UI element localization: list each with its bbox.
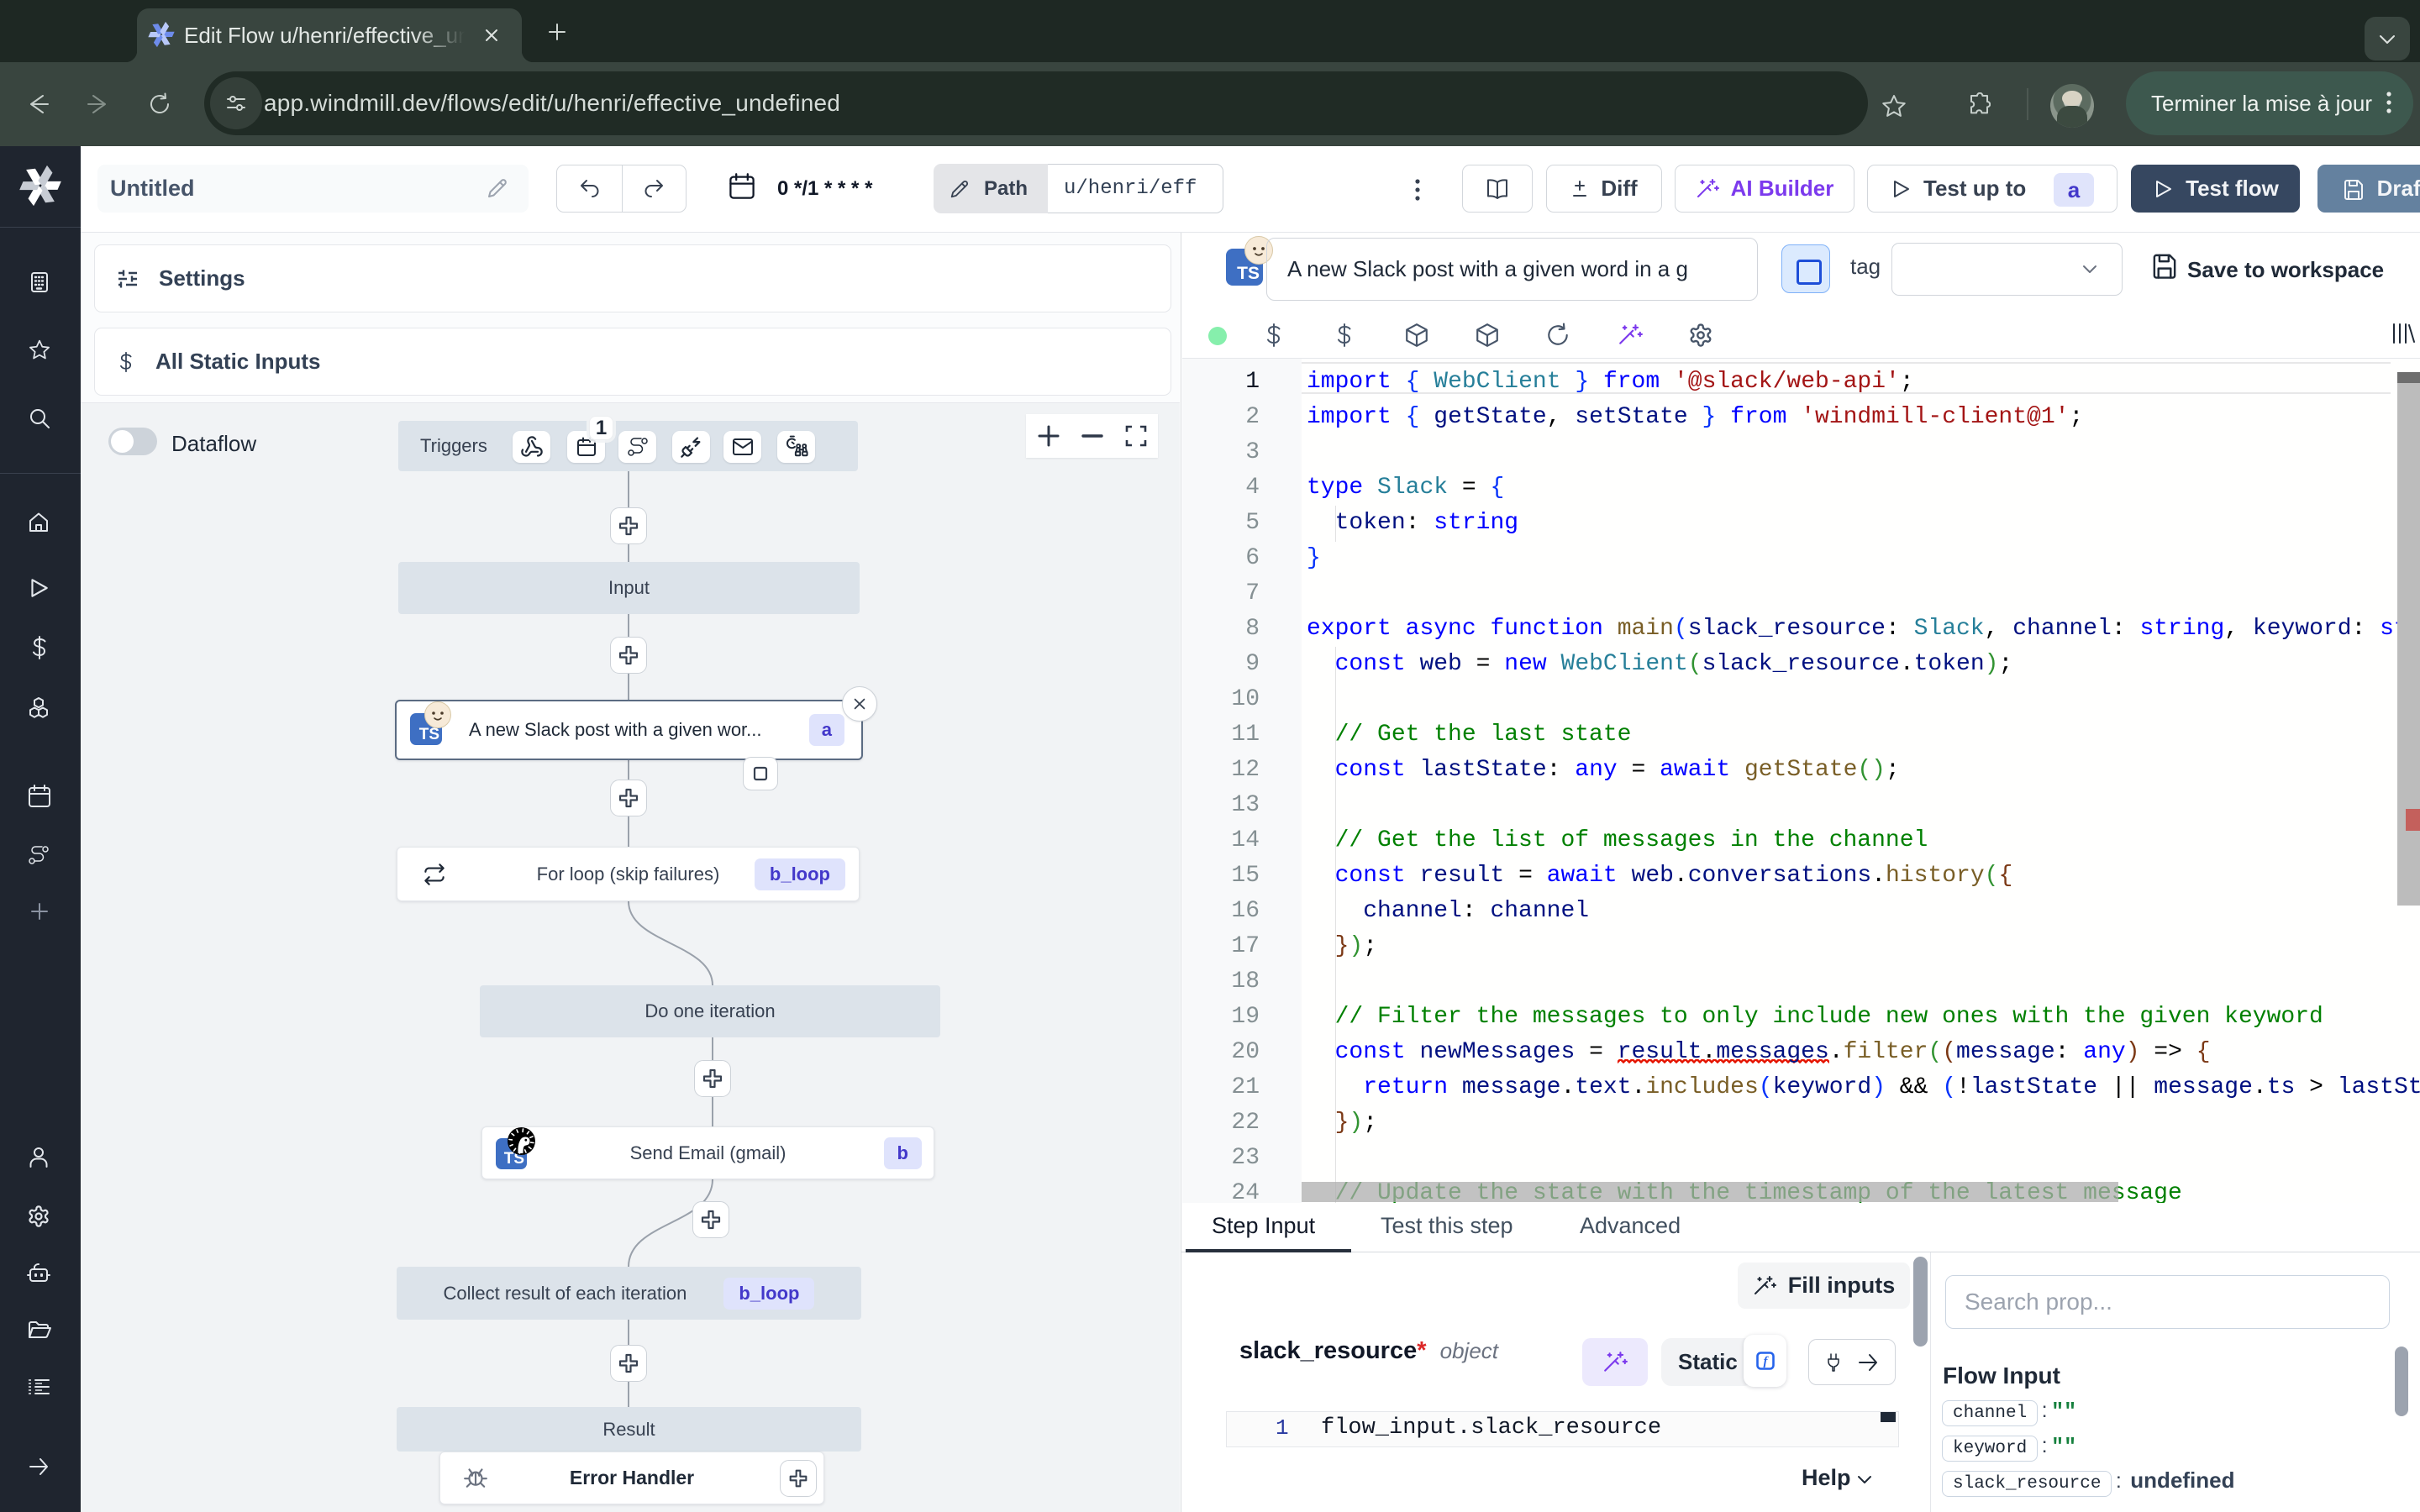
- svg-text:f: f: [1763, 1355, 1769, 1368]
